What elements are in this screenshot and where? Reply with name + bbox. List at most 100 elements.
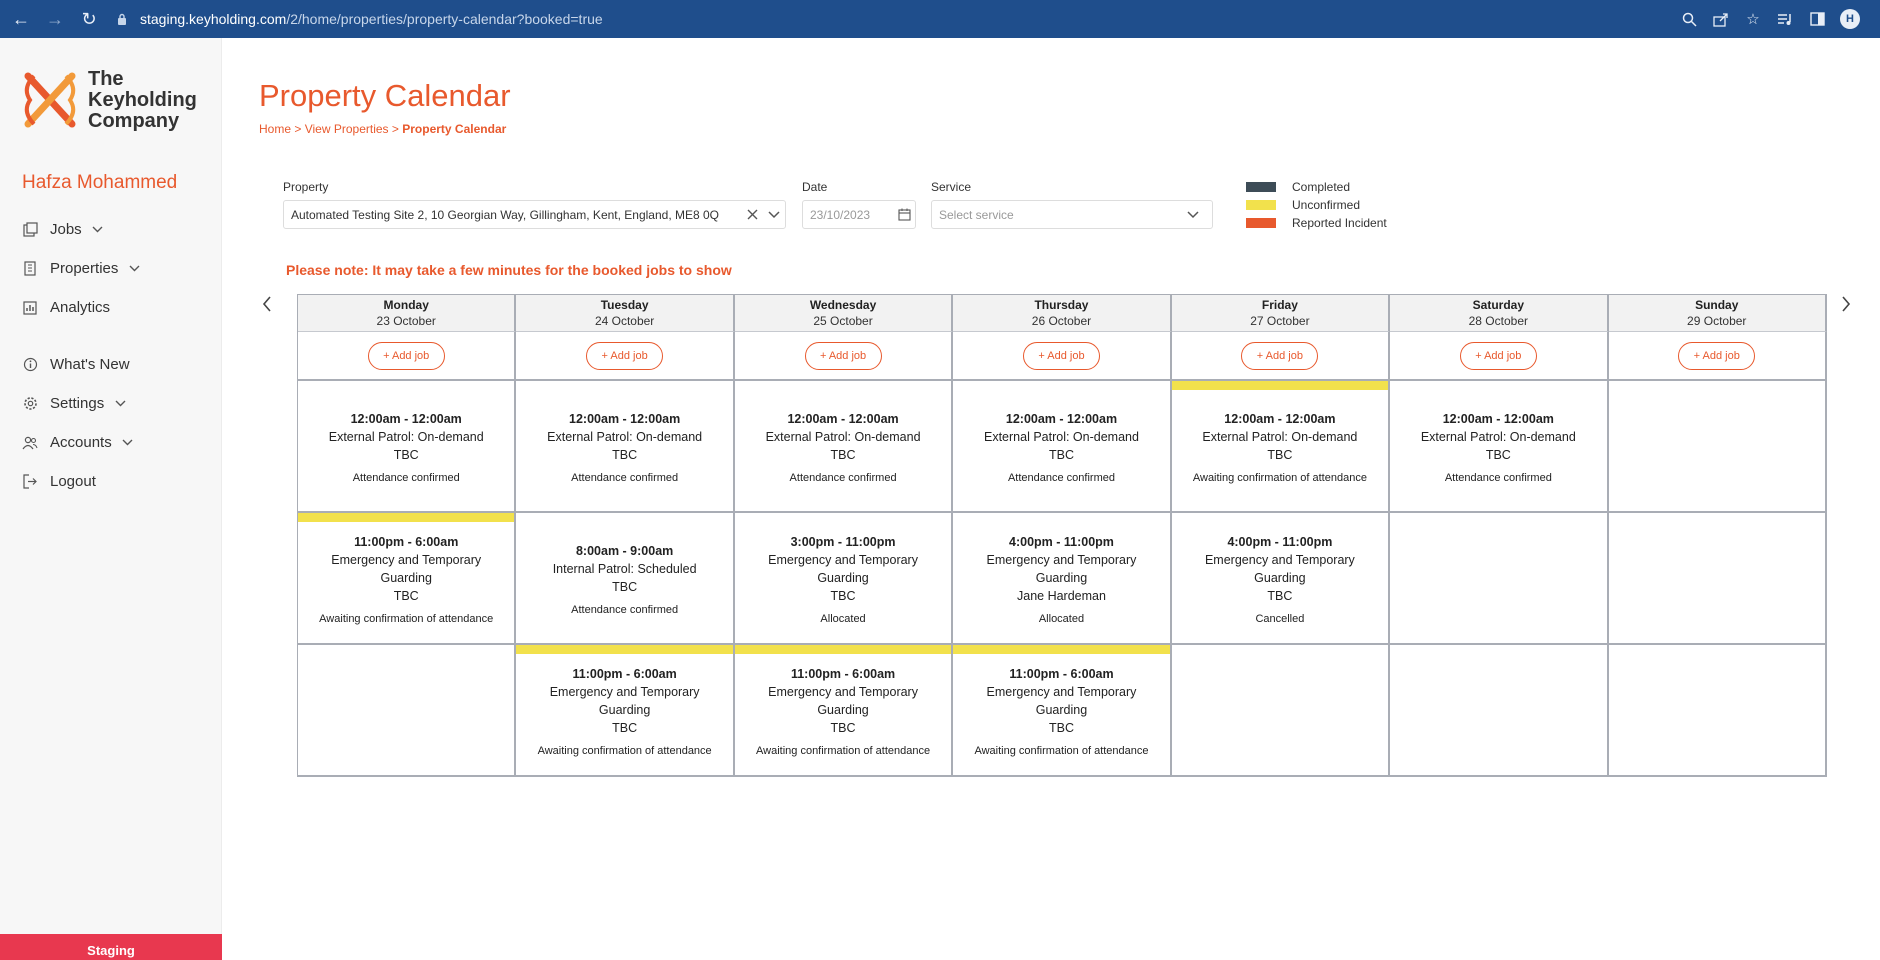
- breadcrumb-home[interactable]: Home: [259, 122, 291, 136]
- profile-avatar[interactable]: H: [1840, 9, 1860, 29]
- add-job-button[interactable]: + Add job: [586, 341, 664, 370]
- job-time: 8:00am - 9:00am: [575, 544, 674, 558]
- job-cell: 11:00pm - 6:00am Emergency and Temporary G…: [953, 645, 1172, 777]
- chevron-down-icon: [92, 224, 104, 236]
- day-header-sunday: Sunday 29 October: [1608, 295, 1827, 332]
- sidebar-item-whats-new[interactable]: What's New: [22, 345, 140, 384]
- empty-cell: [1390, 645, 1609, 777]
- lock-icon: [116, 12, 128, 26]
- clear-icon[interactable]: [741, 209, 763, 220]
- job-card[interactable]: 4:00pm - 11:00pm Emergency and Temporary G…: [1172, 529, 1388, 627]
- day-date: 23 October: [376, 314, 436, 328]
- add-job-button[interactable]: + Add job: [1459, 341, 1537, 370]
- service-select[interactable]: Select service: [931, 200, 1213, 229]
- logo-line: Company: [88, 109, 180, 132]
- job-card[interactable]: 12:00am - 12:00am External Patrol: On-dem…: [298, 406, 514, 486]
- sidebar-item-label: Jobs: [50, 221, 82, 238]
- zoom-icon[interactable]: [1680, 10, 1698, 28]
- job-cell: 12:00am - 12:00am External Patrol: On-dem…: [1390, 381, 1609, 513]
- add-job-button[interactable]: + Add job: [804, 341, 882, 370]
- job-card[interactable]: 12:00am - 12:00am External Patrol: On-dem…: [953, 406, 1169, 486]
- job-detail: Jane Hardeman: [1017, 589, 1106, 603]
- job-status: Attendance confirmed: [571, 472, 679, 484]
- date-field[interactable]: 23/10/2023: [802, 200, 916, 229]
- job-detail: Guarding: [817, 703, 869, 717]
- add-job-cell: + Add job: [1608, 332, 1827, 381]
- sidebar: The Keyholding Company Hafza Mohammed Jo…: [0, 38, 222, 960]
- legend-item: Completed: [1246, 178, 1387, 196]
- sidebar-item-jobs[interactable]: Jobs: [22, 210, 140, 249]
- breadcrumb-current: Property Calendar: [402, 122, 507, 136]
- sidebar-item-analytics[interactable]: Analytics: [22, 288, 140, 327]
- job-time: 12:00am - 12:00am: [1224, 412, 1336, 426]
- browser-toolbar: ← → ↻ staging.keyholding.com/2/home/prop…: [0, 0, 1880, 38]
- job-card[interactable]: 12:00am - 12:00am External Patrol: On-dem…: [1172, 406, 1388, 486]
- url-host: staging.keyholding.com: [140, 11, 287, 27]
- job-status: Awaiting confirmation of attendance: [1192, 472, 1367, 484]
- reload-icon[interactable]: ↻: [76, 6, 102, 32]
- job-status: Awaiting confirmation of attendance: [756, 745, 931, 757]
- job-card[interactable]: 11:00pm - 6:00am Emergency and Temporary G…: [298, 529, 514, 627]
- day-name: Thursday: [1034, 298, 1089, 312]
- job-card[interactable]: 4:00pm - 11:00pm Emergency and Temporary G…: [953, 529, 1169, 627]
- sidebar-item-properties[interactable]: Properties: [22, 249, 140, 288]
- next-week-icon[interactable]: [1836, 294, 1856, 314]
- bookmark-star-icon[interactable]: ☆: [1744, 10, 1762, 28]
- job-status: Awaiting confirmation of attendance: [537, 745, 712, 757]
- day-header-wednesday: Wednesday 25 October: [734, 295, 954, 332]
- job-card[interactable]: 8:00am - 9:00am Internal Patrol: Schedule…: [516, 538, 732, 618]
- chevron-down-icon[interactable]: [763, 210, 785, 219]
- breadcrumb-view-properties[interactable]: View Properties: [305, 122, 389, 136]
- sidebar-item-settings[interactable]: Settings: [22, 384, 140, 423]
- share-icon[interactable]: [1712, 10, 1730, 28]
- chevron-down-icon: [114, 398, 126, 410]
- user-name: Hafza Mohammed: [22, 172, 178, 193]
- day-name: Sunday: [1695, 298, 1739, 312]
- chevron-down-icon[interactable]: [1182, 210, 1204, 219]
- media-icon[interactable]: [1776, 10, 1794, 28]
- previous-week-icon[interactable]: [257, 294, 277, 314]
- job-detail: Guarding: [380, 571, 432, 585]
- address-bar[interactable]: staging.keyholding.com/2/home/properties…: [106, 5, 1756, 33]
- job-status: Attendance confirmed: [1007, 472, 1115, 484]
- job-card[interactable]: 3:00pm - 11:00pm Emergency and Temporary G…: [735, 529, 951, 627]
- sidebar-item-logout[interactable]: Logout: [22, 462, 140, 501]
- job-detail: Emergency and Temporary: [986, 685, 1137, 699]
- job-cell: 12:00am - 12:00am External Patrol: On-dem…: [1171, 381, 1391, 513]
- day-name: Friday: [1261, 298, 1298, 312]
- company-logo[interactable]: The Keyholding Company: [20, 68, 197, 132]
- job-status: Attendance confirmed: [789, 472, 897, 484]
- job-detail: TBC: [1048, 448, 1074, 462]
- add-job-button[interactable]: + Add job: [1678, 341, 1756, 370]
- breadcrumb-separator: >: [391, 122, 399, 136]
- empty-cell: [1608, 381, 1827, 513]
- add-job-button[interactable]: + Add job: [1022, 341, 1100, 370]
- chevron-down-icon: [122, 437, 134, 449]
- add-job-button[interactable]: + Add job: [367, 341, 445, 370]
- side-panel-icon[interactable]: [1808, 10, 1826, 28]
- job-detail: TBC: [393, 448, 419, 462]
- forward-icon[interactable]: →: [42, 6, 68, 32]
- breadcrumb: Home > View Properties > Property Calend…: [259, 122, 506, 136]
- job-card[interactable]: 11:00pm - 6:00am Emergency and Temporary G…: [735, 661, 951, 759]
- job-status: Awaiting confirmation of attendance: [974, 745, 1149, 757]
- job-detail: Emergency and Temporary: [1204, 553, 1355, 567]
- job-card[interactable]: 11:00pm - 6:00am Emergency and Temporary G…: [516, 661, 732, 759]
- job-card[interactable]: 12:00am - 12:00am External Patrol: On-dem…: [735, 406, 951, 486]
- sidebar-menu: Jobs Properties Analytics What's New Set…: [22, 210, 140, 501]
- job-detail: External Patrol: On-demand: [765, 430, 921, 444]
- day-date: 26 October: [1031, 314, 1092, 328]
- calendar-icon[interactable]: [893, 208, 915, 221]
- add-job-button[interactable]: + Add job: [1241, 341, 1319, 370]
- legend-item: Reported Incident: [1246, 214, 1387, 232]
- property-select[interactable]: Automated Testing Site 2, 10 Georgian Wa…: [283, 200, 786, 229]
- back-icon[interactable]: ←: [8, 6, 34, 32]
- job-card[interactable]: 12:00am - 12:00am External Patrol: On-dem…: [516, 406, 732, 486]
- environment-badge: Staging: [0, 934, 222, 960]
- job-card[interactable]: 12:00am - 12:00am External Patrol: On-dem…: [1390, 406, 1606, 486]
- day-header-tuesday: Tuesday 24 October: [516, 295, 735, 332]
- day-name: Saturday: [1472, 298, 1524, 312]
- job-card[interactable]: 11:00pm - 6:00am Emergency and Temporary G…: [953, 661, 1169, 759]
- sidebar-item-accounts[interactable]: Accounts: [22, 423, 140, 462]
- day-header-thursday: Thursday 26 October: [953, 295, 1172, 332]
